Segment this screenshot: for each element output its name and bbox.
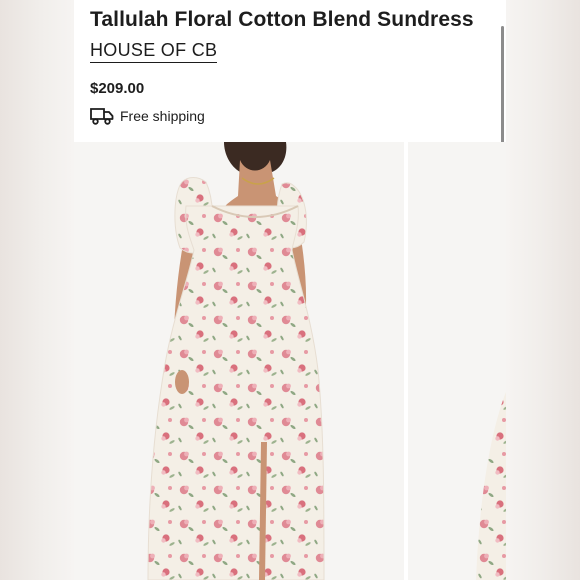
product-panel: Tallulah Floral Cotton Blend Sundress HO… [74,0,506,580]
product-price: $209.00 [90,80,145,97]
gallery-image-main[interactable] [74,142,404,580]
shipping-label: Free shipping [120,108,205,124]
truck-icon [90,106,114,126]
blurred-backdrop-right [506,0,580,580]
brand-link[interactable]: HOUSE OF CB [90,40,218,63]
image-gallery[interactable] [74,142,506,580]
gallery-image-next[interactable] [408,142,506,580]
product-title: Tallulah Floral Cotton Blend Sundress [90,8,474,31]
blurred-backdrop-left [0,0,74,580]
shipping-info: Free shipping [90,106,205,126]
